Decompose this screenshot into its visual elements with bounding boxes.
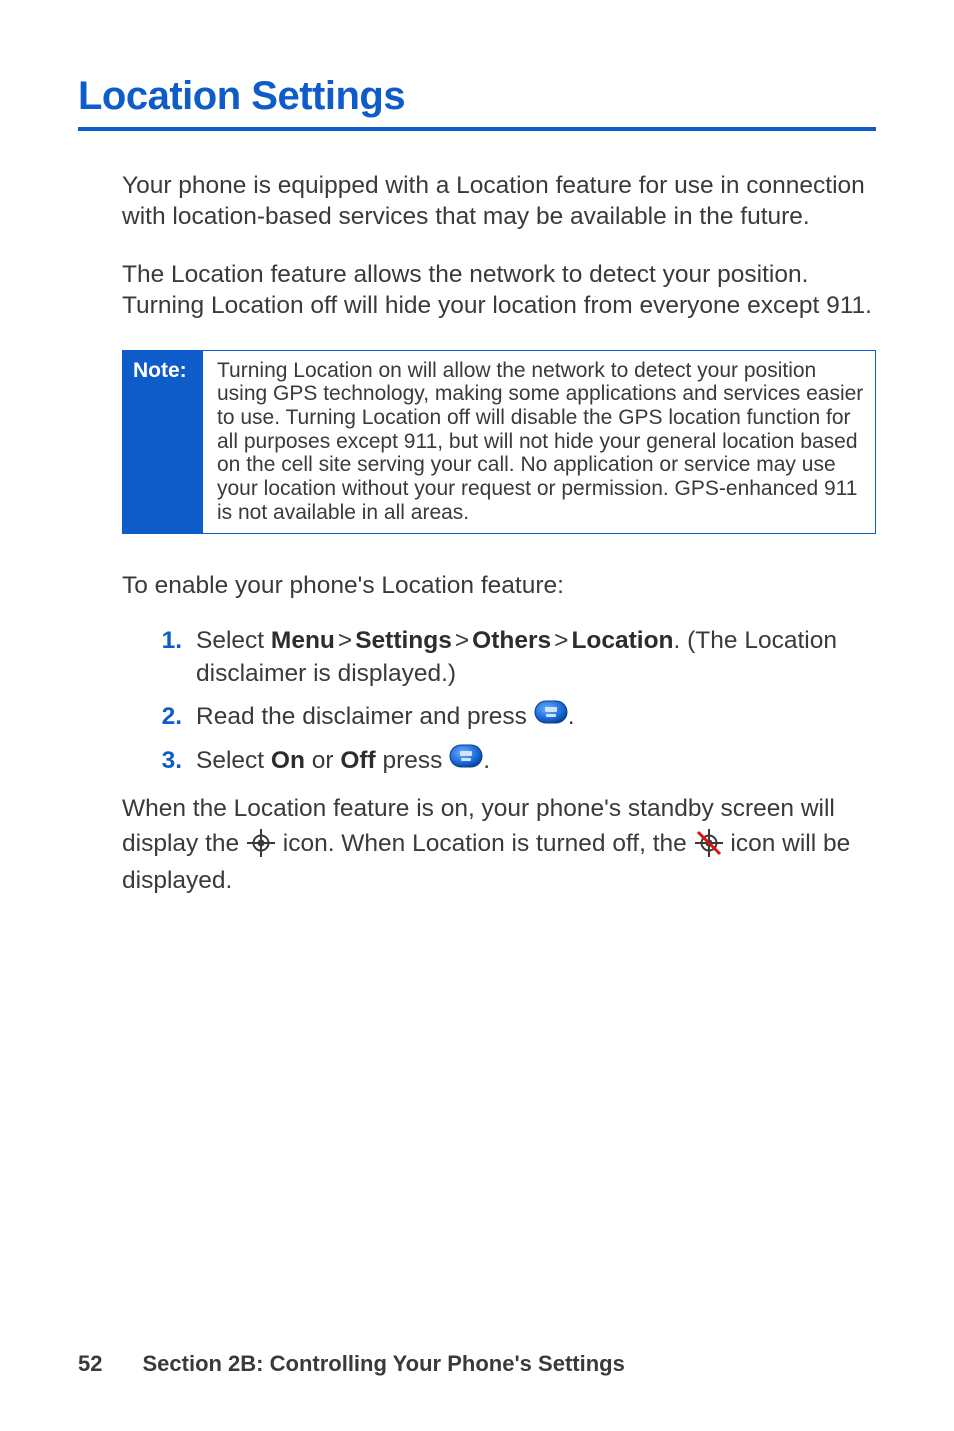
menu-path-item: Settings — [355, 627, 452, 654]
option-off: Off — [340, 747, 375, 774]
step-1: 1. Select Menu>Settings>Others>Location.… — [146, 624, 876, 690]
chevron-right-icon: > — [452, 624, 472, 657]
menu-path-item: Others — [472, 627, 551, 654]
section-label: Section 2B: Controlling Your Phone's Set… — [142, 1351, 624, 1376]
page-heading: Location Settings — [78, 74, 876, 119]
location-off-icon — [694, 828, 724, 867]
step-number: 2. — [146, 700, 182, 734]
menu-path-item: Menu — [271, 627, 335, 654]
step-text: or — [305, 747, 340, 774]
page-number: 52 — [78, 1351, 102, 1376]
chevron-right-icon: > — [551, 624, 571, 657]
intro-paragraph-2: The Location feature allows the network … — [122, 260, 876, 321]
intro-paragraph-1: Your phone is equipped with a Location f… — [122, 171, 876, 232]
step-text: . — [483, 747, 490, 774]
step-text: Read the disclaimer and press — [196, 703, 534, 730]
step-2: 2. Read the disclaimer and press — [146, 700, 876, 734]
steps-list: 1. Select Menu>Settings>Others>Location.… — [146, 624, 876, 778]
step-text: press — [376, 747, 450, 774]
location-on-icon — [246, 828, 276, 867]
closing-paragraph: When the Location feature is on, your ph… — [122, 792, 876, 897]
chevron-right-icon: > — [335, 624, 355, 657]
note-callout: Note: Turning Location on will allow the… — [122, 350, 876, 534]
step-text: Select — [196, 747, 271, 774]
step-body: Read the disclaimer and press — [196, 700, 876, 734]
page-footer: 52 Section 2B: Controlling Your Phone's S… — [78, 1351, 625, 1377]
note-body: Turning Location on will allow the netwo… — [203, 351, 875, 533]
menu-path-item: Location — [571, 627, 673, 654]
step-3: 3. Select On or Off press — [146, 744, 876, 778]
option-on: On — [271, 747, 305, 774]
step-number: 3. — [146, 744, 182, 778]
closing-text: icon. When Location is turned off, the — [276, 830, 694, 857]
step-body: Select Menu>Settings>Others>Location. (T… — [196, 624, 876, 690]
step-body: Select On or Off press — [196, 744, 876, 778]
step-number: 1. — [146, 624, 182, 690]
procedure-lead: To enable your phone's Location feature: — [122, 572, 876, 600]
note-label: Note: — [123, 351, 203, 533]
menu-ok-button-icon — [534, 700, 568, 733]
heading-underline — [78, 127, 876, 131]
step-text: . — [568, 703, 575, 730]
menu-ok-button-icon — [449, 744, 483, 777]
step-text: Select — [196, 627, 271, 654]
